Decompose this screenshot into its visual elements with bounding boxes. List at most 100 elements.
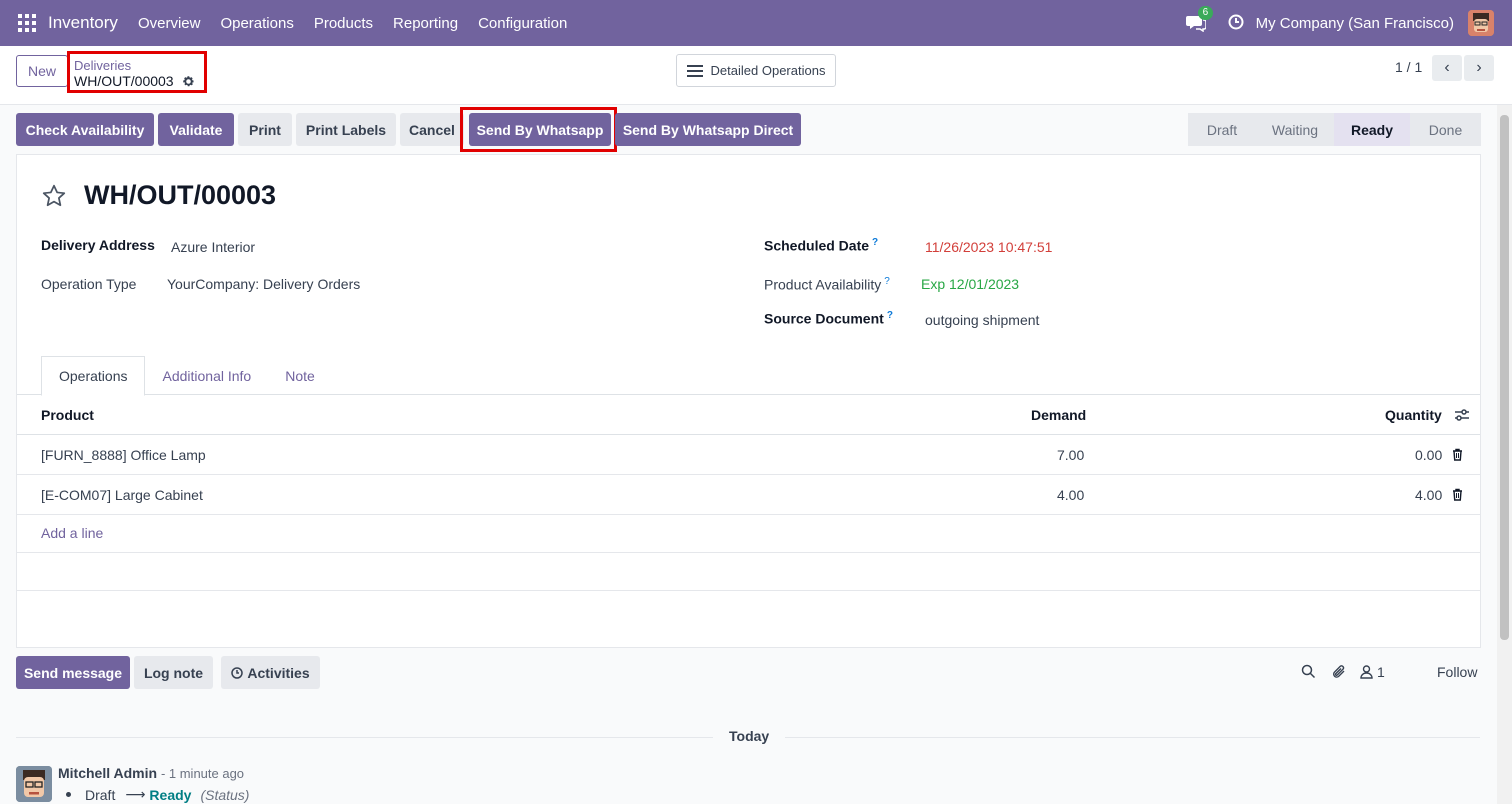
detailed-operations-button[interactable]: Detailed Operations bbox=[676, 54, 836, 87]
tab-additional-info[interactable]: Additional Info bbox=[145, 356, 268, 396]
pager-value[interactable]: 1 / 1 bbox=[1395, 59, 1422, 75]
control-panel: New Deliveries WH/OUT/00003 Detailed Ope… bbox=[0, 46, 1512, 105]
help-tooltip-icon[interactable]: ? bbox=[884, 276, 890, 287]
apps-menu-icon[interactable] bbox=[18, 14, 36, 32]
message-time: - 1 minute ago bbox=[160, 766, 245, 781]
menu-operations[interactable]: Operations bbox=[220, 15, 293, 32]
operation-type-label: Operation Type bbox=[41, 276, 137, 292]
delivery-address-field[interactable]: Azure Interior bbox=[171, 239, 255, 255]
row-demand[interactable]: 4.00 bbox=[1057, 487, 1084, 503]
followers-button[interactable]: 1 bbox=[1360, 664, 1385, 680]
tracking-value: Draft ⟶ Ready (Status) bbox=[66, 786, 249, 803]
pager-next-button[interactable]: › bbox=[1464, 55, 1494, 81]
author-name[interactable]: Mitchell Admin bbox=[58, 765, 157, 781]
product-availability-label: Product Availability? bbox=[764, 276, 890, 293]
row-quantity[interactable]: 4.00 bbox=[1415, 487, 1442, 503]
menu-configuration[interactable]: Configuration bbox=[478, 15, 567, 32]
table-row[interactable]: [FURN_8888] Office Lamp 7.00 0.00 bbox=[17, 435, 1480, 475]
row-quantity[interactable]: 0.00 bbox=[1415, 447, 1442, 463]
user-icon bbox=[1360, 665, 1373, 679]
breadcrumb: Deliveries WH/OUT/00003 bbox=[67, 51, 207, 93]
stage-waiting[interactable]: Waiting bbox=[1256, 113, 1334, 146]
stage-done[interactable]: Done bbox=[1410, 113, 1481, 146]
column-product[interactable]: Product bbox=[41, 407, 94, 423]
product-availability-label-text: Product Availability bbox=[764, 276, 882, 293]
trash-icon[interactable] bbox=[1452, 488, 1463, 501]
activities-label: Activities bbox=[247, 664, 310, 681]
source-document-label: Source Document? bbox=[764, 310, 893, 327]
stage-ready[interactable]: Ready bbox=[1334, 113, 1410, 146]
search-icon[interactable] bbox=[1301, 664, 1316, 679]
add-a-line-link[interactable]: Add a line bbox=[41, 525, 103, 541]
new-value: Ready bbox=[149, 786, 192, 803]
page-scrollbar[interactable] bbox=[1497, 105, 1512, 804]
message-author: Mitchell Admin - 1 minute ago bbox=[58, 765, 244, 781]
row-product[interactable]: [FURN_8888] Office Lamp bbox=[41, 447, 206, 463]
row-demand[interactable]: 7.00 bbox=[1057, 447, 1084, 463]
scheduled-date-field[interactable]: 11/26/2023 10:47:51 bbox=[925, 239, 1052, 255]
new-button[interactable]: New bbox=[16, 55, 68, 87]
follow-button[interactable]: Follow bbox=[1437, 664, 1477, 680]
source-document-label-text: Source Document bbox=[764, 310, 884, 327]
breadcrumb-current-label: WH/OUT/00003 bbox=[74, 73, 174, 89]
print-labels-button[interactable]: Print Labels bbox=[296, 113, 396, 146]
validate-button[interactable]: Validate bbox=[158, 113, 234, 146]
avatar[interactable] bbox=[16, 766, 52, 802]
column-demand[interactable]: Demand bbox=[1031, 407, 1086, 423]
notebook-tabs: Operations Additional Info Note bbox=[41, 356, 332, 396]
add-line-row bbox=[17, 515, 1480, 553]
stage-draft[interactable]: Draft bbox=[1188, 113, 1256, 146]
tracked-field-name: (Status) bbox=[200, 786, 250, 803]
optional-columns-icon[interactable] bbox=[1454, 408, 1470, 422]
arrow-right-icon: ⟶ bbox=[125, 786, 146, 802]
company-switcher[interactable]: My Company (San Francisco) bbox=[1256, 15, 1454, 32]
user-avatar[interactable] bbox=[1468, 10, 1494, 36]
activity-clock-icon[interactable] bbox=[1228, 14, 1244, 33]
date-separator: Today bbox=[713, 728, 786, 744]
row-product[interactable]: [E-COM07] Large Cabinet bbox=[41, 487, 203, 503]
trash-icon[interactable] bbox=[1452, 448, 1463, 461]
check-availability-button[interactable]: Check Availability bbox=[16, 113, 154, 146]
old-value: Draft bbox=[85, 786, 116, 803]
status-bar: Draft Waiting Ready Done bbox=[1188, 113, 1481, 146]
breadcrumb-current: WH/OUT/00003 bbox=[74, 73, 195, 89]
star-icon[interactable] bbox=[41, 183, 67, 209]
menu-overview[interactable]: Overview bbox=[138, 15, 201, 32]
messaging-badge: 6 bbox=[1197, 6, 1214, 20]
highlight-outline bbox=[460, 107, 617, 152]
app-name[interactable]: Inventory bbox=[48, 13, 118, 33]
table-row[interactable]: [E-COM07] Large Cabinet 4.00 4.00 bbox=[17, 475, 1480, 515]
column-quantity[interactable]: Quantity bbox=[1385, 407, 1442, 423]
form-sheet: WH/OUT/00003 Delivery Address Azure Inte… bbox=[16, 154, 1481, 648]
gear-icon[interactable] bbox=[182, 75, 195, 88]
product-availability-value: Exp 12/01/2023 bbox=[921, 276, 1020, 292]
scheduled-date-label-text: Scheduled Date bbox=[764, 237, 870, 254]
help-tooltip-icon[interactable]: ? bbox=[872, 237, 878, 248]
record-title: WH/OUT/00003 bbox=[84, 180, 277, 210]
delivery-address-label: Delivery Address bbox=[41, 237, 155, 253]
menu-products[interactable]: Products bbox=[314, 15, 373, 32]
tab-note[interactable]: Note bbox=[268, 356, 332, 396]
breadcrumb-deliveries[interactable]: Deliveries bbox=[74, 58, 131, 73]
scrollbar-thumb[interactable] bbox=[1500, 115, 1509, 640]
chevron-right-icon: › bbox=[1476, 59, 1482, 76]
tab-operations[interactable]: Operations bbox=[41, 356, 146, 396]
operation-type-field[interactable]: YourCompany: Delivery Orders bbox=[167, 276, 360, 292]
send-message-button[interactable]: Send message bbox=[16, 656, 130, 689]
print-button[interactable]: Print bbox=[238, 113, 292, 146]
menu-reporting[interactable]: Reporting bbox=[393, 15, 458, 32]
activities-button[interactable]: Activities bbox=[221, 656, 320, 689]
help-tooltip-icon[interactable]: ? bbox=[887, 310, 893, 321]
table-header: Product Demand Quantity bbox=[17, 395, 1480, 435]
pager-previous-button[interactable]: ‹ bbox=[1432, 55, 1462, 81]
top-navbar: Inventory Overview Operations Products R… bbox=[0, 0, 1512, 46]
log-note-button[interactable]: Log note bbox=[134, 656, 213, 689]
paperclip-icon[interactable] bbox=[1331, 664, 1347, 680]
clock-icon bbox=[231, 666, 244, 679]
cancel-button[interactable]: Cancel bbox=[400, 113, 464, 146]
messaging-icon[interactable]: 6 bbox=[1185, 6, 1214, 33]
source-document-field[interactable]: outgoing shipment bbox=[925, 312, 1039, 328]
bullet bbox=[66, 792, 71, 797]
send-by-whatsapp-direct-button[interactable]: Send By Whatsapp Direct bbox=[615, 113, 801, 146]
followers-count: 1 bbox=[1377, 664, 1385, 680]
